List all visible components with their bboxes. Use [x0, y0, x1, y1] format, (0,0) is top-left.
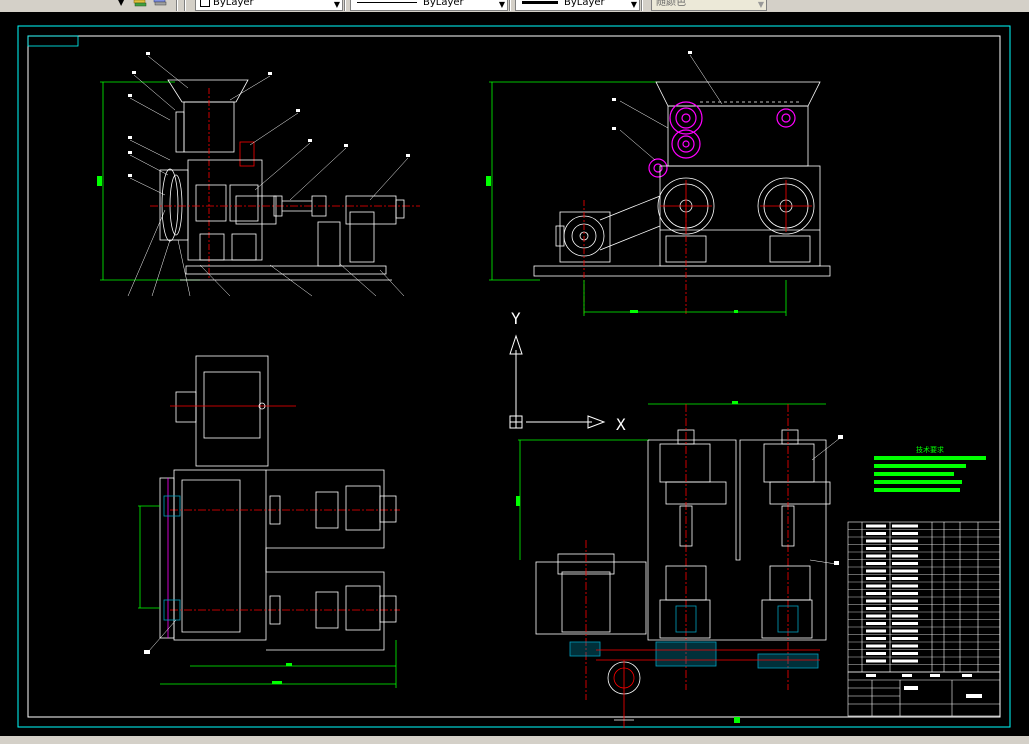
canvas-background — [0, 12, 1029, 744]
parts-list-cell-text — [892, 562, 918, 565]
parts-list-cell-text — [866, 599, 886, 603]
ucs-x-label: X — [616, 415, 626, 434]
dropdown-arrow-icon: ▼ — [333, 0, 340, 9]
parts-list-cell-text — [866, 607, 886, 610]
parts-list-cell-text — [892, 554, 918, 558]
parts-list-cell-text — [866, 524, 886, 528]
lineweight-sample — [522, 0, 558, 4]
parts-list-cell-text — [892, 659, 918, 663]
parts-list-cell-text — [892, 532, 918, 535]
dropdown-arrow-icon: ▼ — [498, 0, 505, 9]
parts-list-cell-text — [866, 592, 886, 595]
layer-previous-icon[interactable] — [153, 0, 167, 10]
tech-requirements-title: 技术要求 — [916, 445, 944, 454]
parts-list-cell-text — [892, 577, 918, 580]
linetype-control[interactable]: ByLayer ▼ — [350, 0, 508, 11]
linetype-control-value: ByLayer — [423, 0, 464, 8]
parts-list-cell-text — [892, 569, 918, 573]
lineweight-control[interactable]: ByLayer ▼ — [515, 0, 640, 11]
drawing-canvas[interactable]: Y X 技术要求 — [0, 12, 1029, 744]
parts-list-cell-text — [866, 584, 886, 588]
parts-list-cell-text — [892, 592, 918, 595]
parts-list-cell-text — [866, 629, 886, 633]
parts-list-cell-text — [892, 584, 918, 588]
parts-list-cell-text — [892, 614, 918, 618]
parts-list-cell-text — [866, 532, 886, 535]
parts-list-cell-text — [866, 562, 886, 565]
parts-list-cell-text — [866, 637, 886, 640]
plotstyle-control[interactable]: 随颜色 ▼ — [651, 0, 767, 11]
parts-list-cell-text — [892, 629, 918, 633]
parts-list-cell-text — [866, 659, 886, 663]
parts-list-cell-text — [866, 569, 886, 573]
parts-list-cell-text — [866, 614, 886, 618]
parts-list-cell-text — [866, 577, 886, 580]
toolbar-separator — [176, 0, 178, 11]
toolbar-separator — [509, 0, 511, 11]
parts-list-cell-text — [866, 622, 886, 625]
plotstyle-control-value: 随颜色 — [656, 0, 686, 8]
parts-list-cell-text — [892, 652, 918, 655]
status-strip — [0, 736, 1029, 744]
parts-list-cell-text — [866, 644, 886, 648]
parts-list-cell-text — [892, 607, 918, 610]
toolbar-separator — [184, 0, 186, 11]
toolbar-separator — [344, 0, 346, 11]
color-control-value: ByLayer — [213, 0, 254, 8]
linetype-sample — [357, 1, 417, 3]
color-control[interactable]: ByLayer ▼ — [195, 0, 343, 11]
parts-list-cell-text — [866, 554, 886, 558]
parts-list-cell-text — [892, 644, 918, 648]
lineweight-control-value: ByLayer — [564, 0, 605, 8]
parts-list-cell-text — [892, 524, 918, 528]
parts-list-cell-text — [892, 539, 918, 543]
layer-states-icon[interactable] — [133, 0, 147, 10]
dropdown-arrow-icon: ▼ — [630, 0, 637, 9]
parts-list-cell-text — [892, 599, 918, 603]
color-swatch-icon — [200, 0, 210, 7]
parts-list-cell-text — [866, 539, 886, 543]
parts-list-cell-text — [892, 622, 918, 625]
parts-list-cell-text — [866, 652, 886, 655]
parts-list-cell-text — [892, 637, 918, 640]
ucs-y-label: Y — [511, 309, 521, 328]
dropdown-arrow-icon: ▼ — [757, 0, 764, 9]
toolbar-separator — [641, 0, 643, 11]
parts-list-cell-text — [892, 547, 918, 550]
parts-list-cell-text — [866, 547, 886, 550]
